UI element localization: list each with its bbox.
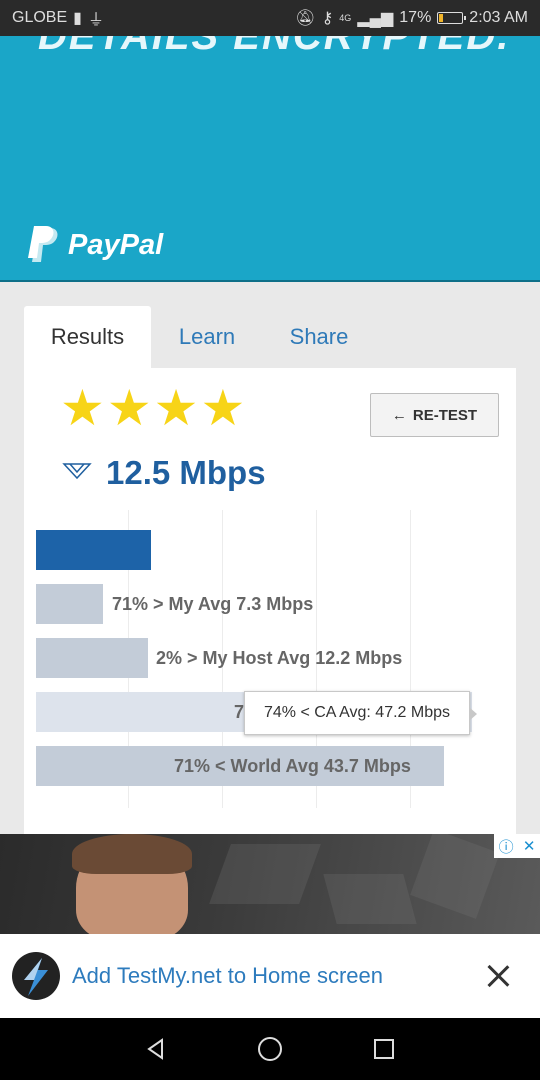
speed-result: 12.5 Mbps [62,454,266,492]
tab-share[interactable]: Share [263,306,375,368]
bar-my-host-avg [36,638,148,678]
star-icon: ★ [60,380,105,436]
star-icon: ★ [200,380,246,436]
clock: 2:03 AM [469,9,528,26]
ad-background-shape [323,874,417,924]
results-panel: ★ ★ ★ ★ ← RE-TEST 12.5 Mbps 71% > My Avg… [24,368,516,838]
close-icon[interactable] [486,964,510,988]
back-icon[interactable] [144,1037,168,1061]
carrier-label: GLOBE [12,9,68,26]
bar-label-ca-avg-partial: 7 [234,702,245,722]
add-to-home-banner[interactable]: Add TestMy.net to Home screen [0,934,540,1018]
paypal-logo: PayPal [26,226,163,264]
bar-label-world-avg: 71% < World Avg 43.7 Mbps [174,756,411,776]
star-icon: ★ [106,380,152,436]
recents-icon[interactable] [372,1037,396,1061]
bar-this-test [36,530,151,570]
usb-icon: ⏚ [87,12,104,29]
paypal-wordmark: PayPal [68,228,164,261]
arrow-left-icon: ← [391,406,407,424]
ad-headline: DETAILS ENCRYPTED. [38,36,511,58]
star-icon: ★ [153,380,199,436]
ad-choices[interactable]: ⓘ ✕ [494,834,540,858]
battery-icon [437,12,467,24]
ad-background-shape [209,844,321,904]
sim-icon: ▮ [73,10,82,27]
info-icon[interactable]: ⓘ [499,836,514,857]
tab-learn[interactable]: Learn [151,306,263,368]
mute-icon: 🔕︎ [295,10,316,27]
key-icon: ⚷ [321,10,334,27]
download-speed-icon [62,463,92,480]
ad-background-shape [410,834,500,919]
status-bar: GLOBE ▮ ⏚ 🔕︎ ⚷ 4G ▂▄▆ 17% 2:03 AM [0,0,540,36]
testmy-logo-icon [12,952,60,1000]
retest-button[interactable]: ← RE-TEST [370,393,499,437]
tab-results[interactable]: Results [24,306,151,368]
retest-label: RE-TEST [412,406,478,424]
bar-label-my-avg: 71% > My Avg 7.3 Mbps [112,594,314,614]
battery-percent: 17% [399,9,432,26]
home-icon[interactable] [257,1036,283,1062]
network-type: 4G [339,13,352,23]
bar-my-avg [36,584,103,624]
signal-icon: ▂▄▆ [357,10,394,27]
ad-close-icon[interactable]: ✕ [523,837,536,855]
bar-tooltip: 74% < CA Avg: 47.2 Mbps [244,691,477,735]
add-to-home-text[interactable]: Add TestMy.net to Home screen [72,963,383,989]
paypal-icon [28,226,58,262]
ad-person-hair [72,834,192,874]
bottom-advertisement[interactable]: ⓘ ✕ [0,834,540,934]
bar-label-my-host-avg: 2% > My Host Avg 12.2 Mbps [156,648,403,668]
result-tabs: Results Learn Share [24,306,516,368]
rating-stars: ★ ★ ★ ★ [60,382,245,434]
top-advertisement[interactable]: DETAILS ENCRYPTED. PayPal [0,36,540,282]
android-nav-bar [0,1018,540,1080]
speed-value: 12.5 Mbps [106,454,266,491]
